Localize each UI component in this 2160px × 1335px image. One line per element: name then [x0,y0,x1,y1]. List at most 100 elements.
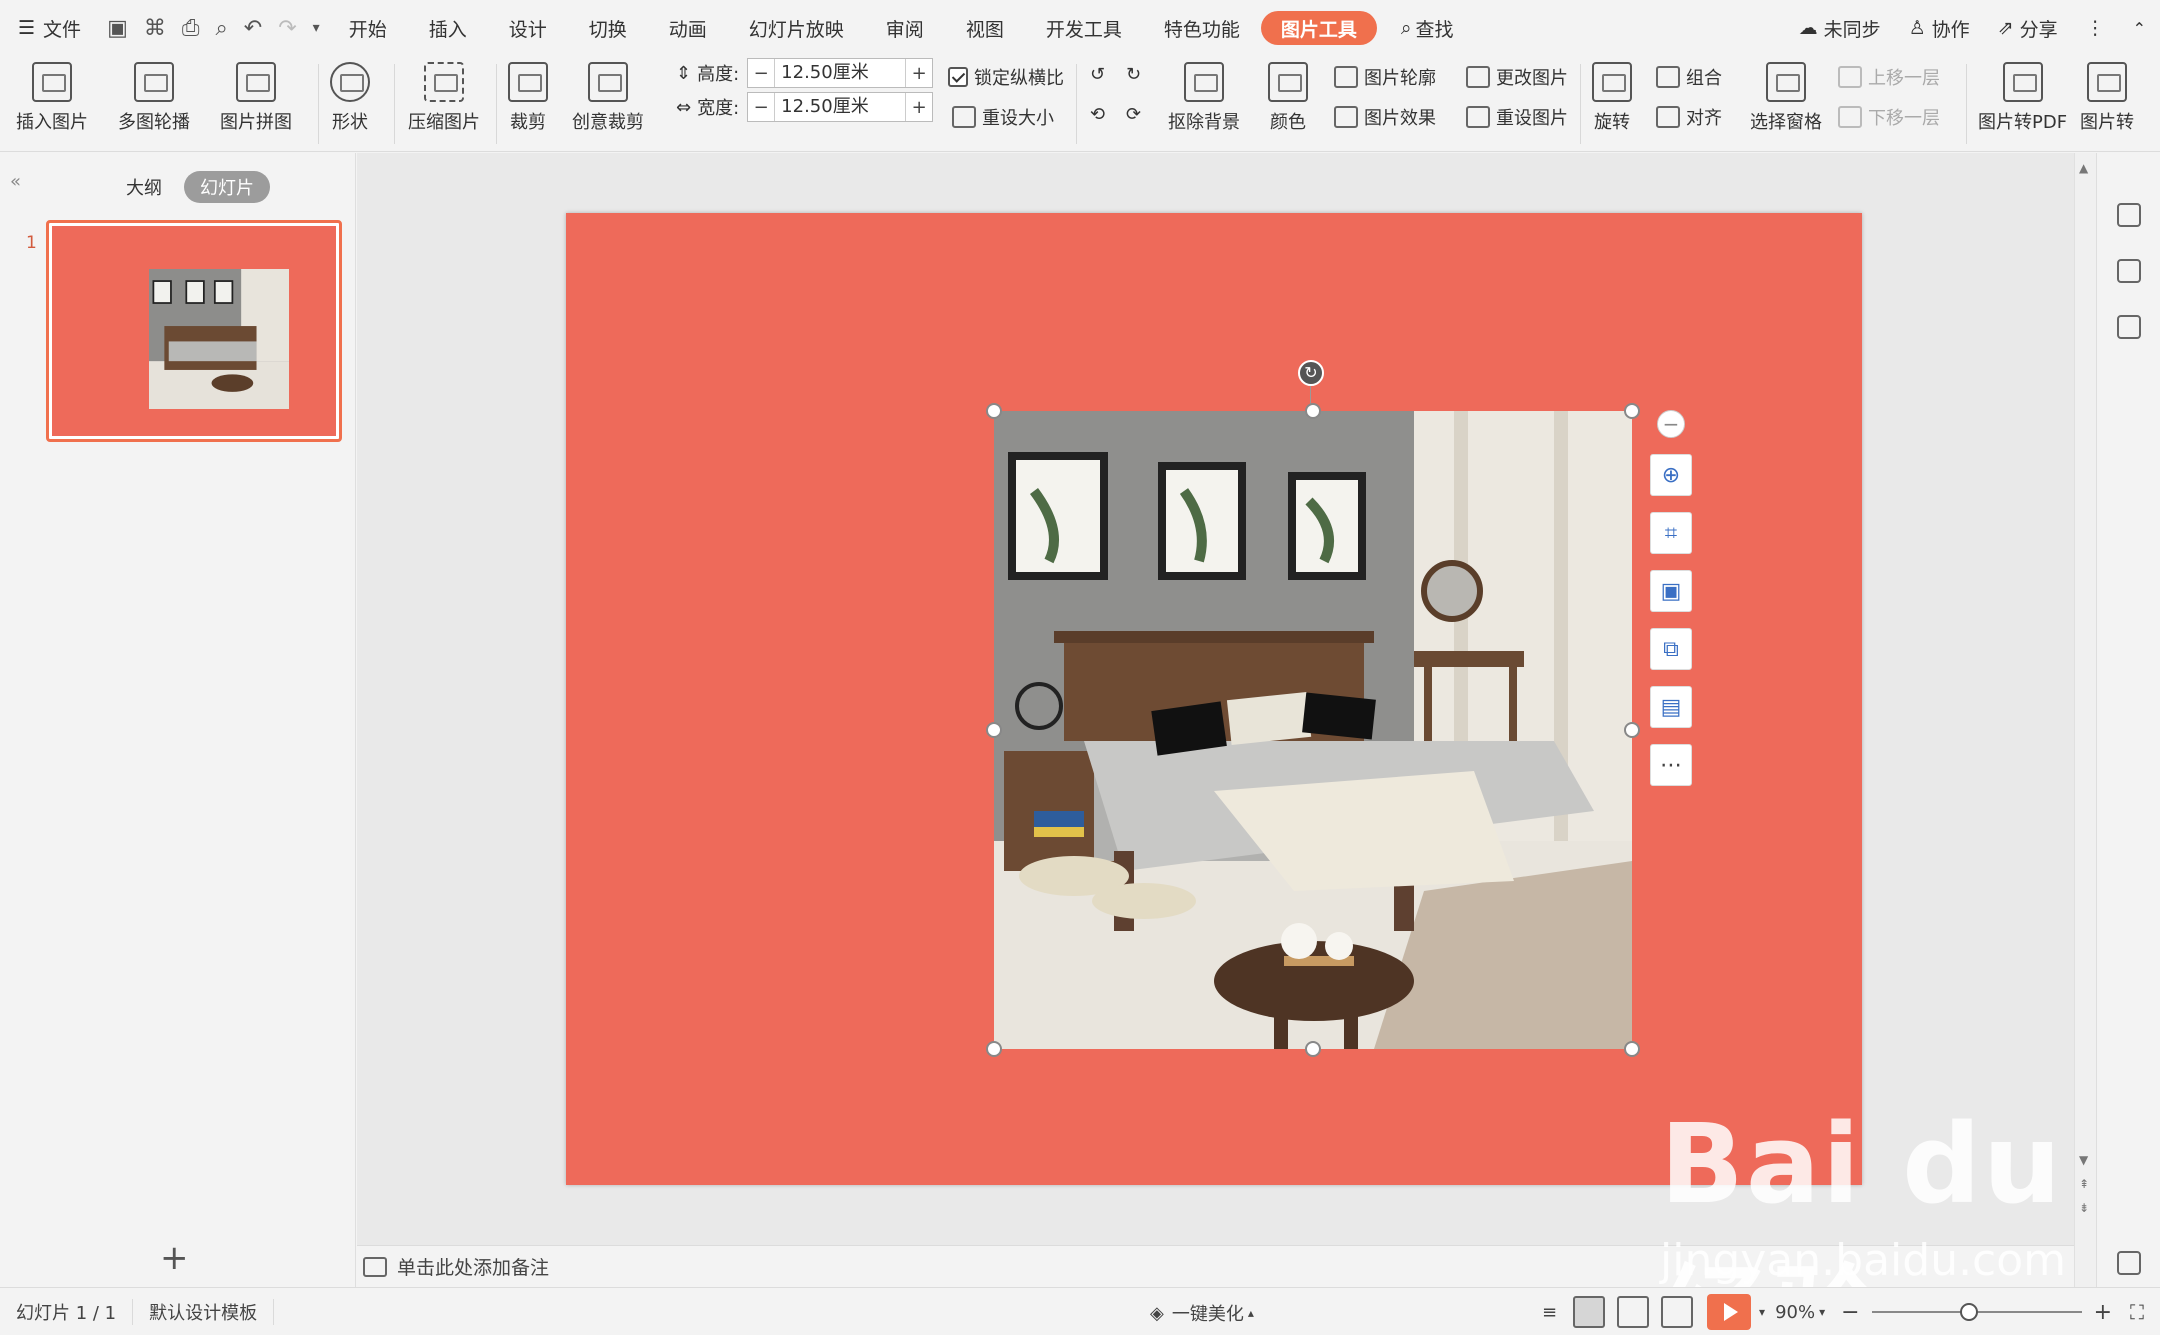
rotate-right-icon[interactable]: ↻ [1126,64,1141,85]
resize-handle-left[interactable] [986,722,1002,738]
zoom-slider[interactable] [1871,1303,2082,1321]
tab-review[interactable]: 审阅 [865,0,945,56]
normal-view-button[interactable] [1573,1296,1606,1328]
selected-picture[interactable] [994,411,1632,1049]
save-icon[interactable]: ▣ [99,16,136,41]
tab-slideshow[interactable]: 幻灯片放映 [728,0,865,56]
sync-button[interactable]: ☁ 未同步 [1785,0,1895,56]
collapse-toolbar-icon[interactable]: − [1657,410,1685,438]
height-increase-button[interactable]: + [906,63,932,84]
color-button[interactable]: 颜色 [1268,62,1308,134]
reset-picture-button[interactable]: 重设图片 [1466,104,1568,130]
zoom-in-icon[interactable]: ⊕ [1650,454,1692,496]
scroll-up-icon[interactable]: ▲ [2079,161,2088,175]
tab-home[interactable]: 开始 [328,0,408,56]
rotate-left-icon[interactable]: ↺ [1090,64,1105,85]
reset-size-button[interactable]: 重设大小 [952,104,1054,130]
group-button[interactable]: 组合 [1656,64,1722,90]
remove-bg-button[interactable]: 抠除背景 [1168,62,1240,134]
resize-handle-right[interactable] [1624,722,1640,738]
zoom-level[interactable]: 90% [1775,1302,1815,1323]
more-menu-icon[interactable]: ⋮ [2072,0,2119,56]
search-button[interactable]: ⌕ 查找 [1377,0,1472,56]
fit-window-icon[interactable]: ⛶ [2130,1300,2144,1324]
zoom-slider-knob[interactable] [1959,1303,1978,1321]
tab-developer[interactable]: 开发工具 [1025,0,1143,56]
align-button[interactable]: 对齐 [1656,104,1722,130]
picture-outline-icon[interactable]: ▣ [1650,570,1692,612]
animation-icon[interactable] [2117,259,2141,283]
resize-handle-top[interactable] [1305,403,1321,419]
resize-handle-bottom-left[interactable] [986,1041,1002,1057]
send-backward-button[interactable]: 下移一层 [1838,104,1940,130]
zoom-in-icon[interactable]: + [2094,1300,2112,1325]
width-value[interactable]: 12.50厘米 [774,93,907,121]
lock-ratio-checkbox[interactable]: 锁定纵横比 [948,64,1064,90]
tab-picture-tools[interactable]: 图片工具 [1260,11,1377,45]
insert-picture-button[interactable]: 插入图片 [16,62,88,134]
zoom-dropdown-icon[interactable]: ▾ [1819,1305,1825,1319]
selection-pane-button[interactable]: 选择窗格 [1750,62,1822,134]
undo-icon[interactable]: ↶ [236,16,270,41]
format-painter-icon[interactable]: ⌘ [136,16,174,41]
tab-animation[interactable]: 动画 [648,0,728,56]
reading-view-button[interactable] [1661,1296,1694,1328]
add-slide-icon[interactable]: + [160,1238,189,1278]
tab-view[interactable]: 视图 [945,0,1025,56]
height-input[interactable]: − 12.50厘米 + [747,58,934,88]
multi-carousel-button[interactable]: 多图轮播 [118,62,190,134]
print-icon[interactable]: ⎙ [174,16,208,41]
zoom-out-icon[interactable]: − [1841,1300,1859,1325]
resize-handle-top-left[interactable] [986,403,1002,419]
picture-effects-icon[interactable]: ▤ [1650,686,1692,728]
height-value[interactable]: 12.50厘米 [774,59,907,87]
file-menu[interactable]: ☰ 文件 [0,0,99,56]
slide-switch-icon[interactable] [2117,315,2141,339]
resize-handle-top-right[interactable] [1624,403,1640,419]
width-decrease-button[interactable]: − [748,97,774,118]
play-slideshow-button[interactable] [1707,1294,1752,1330]
shape-button[interactable]: 形状 [330,62,370,134]
tab-insert[interactable]: 插入 [408,0,488,56]
resize-handle-bottom-right[interactable] [1624,1041,1640,1057]
customize-qa-icon[interactable]: ▾ [305,20,328,36]
creative-crop-button[interactable]: 创意裁剪 [572,62,644,134]
play-options-icon[interactable]: ▾ [1759,1305,1765,1319]
effects-button[interactable]: 图片效果 [1334,104,1436,130]
template-name[interactable]: 默认设计模板 [133,1298,275,1325]
beautify-button[interactable]: ◈ 一键美化 ▴ [1150,1300,1254,1326]
tab-slides[interactable]: 幻灯片 [184,171,270,203]
tab-features[interactable]: 特色功能 [1143,0,1261,56]
flip-horizontal-icon[interactable]: ⟲ [1090,104,1105,125]
collapse-pane-icon[interactable]: « [10,171,21,192]
tab-transition[interactable]: 切换 [568,0,648,56]
collage-button[interactable]: 图片拼图 [220,62,292,134]
rotate-button[interactable]: 旋转 [1592,62,1632,134]
more-options-icon[interactable]: ⋯ [1650,744,1692,786]
notes-toggle-icon[interactable]: ≡ [1542,1302,1557,1323]
crop-button[interactable]: 裁剪 [508,62,548,134]
print-preview-icon[interactable]: ⌕ [207,16,235,41]
change-picture-button[interactable]: 更改图片 [1466,64,1568,90]
flip-vertical-icon[interactable]: ⟳ [1126,104,1141,125]
outline-button[interactable]: 图片轮廓 [1334,64,1436,90]
bring-forward-button[interactable]: 上移一层 [1838,64,1940,90]
width-increase-button[interactable]: + [906,97,932,118]
slide-sorter-button[interactable] [1617,1296,1650,1328]
slide-thumbnail[interactable] [46,220,342,442]
collapse-ribbon-icon[interactable]: ⌃ [2119,0,2160,56]
crop-icon[interactable]: ⌗ [1650,512,1692,554]
properties-icon[interactable] [2117,203,2141,227]
to-pdf-button[interactable]: 图片转PDF [1978,62,2067,134]
height-decrease-button[interactable]: − [748,63,774,84]
redo-icon[interactable]: ↷ [270,16,304,41]
to-more-button[interactable]: 图片转 [2080,62,2134,134]
tab-outline[interactable]: 大纲 [110,171,178,203]
compress-button[interactable]: 压缩图片 [408,62,480,134]
tab-design[interactable]: 设计 [488,0,568,56]
rotate-handle-icon[interactable]: ↻ [1298,360,1324,386]
resize-handle-bottom[interactable] [1305,1041,1321,1057]
collab-button[interactable]: ♙ 协作 [1895,0,1984,56]
picture-convert-icon[interactable]: ⧉ [1650,628,1692,670]
share-button[interactable]: ⇗ 分享 [1984,0,2072,56]
